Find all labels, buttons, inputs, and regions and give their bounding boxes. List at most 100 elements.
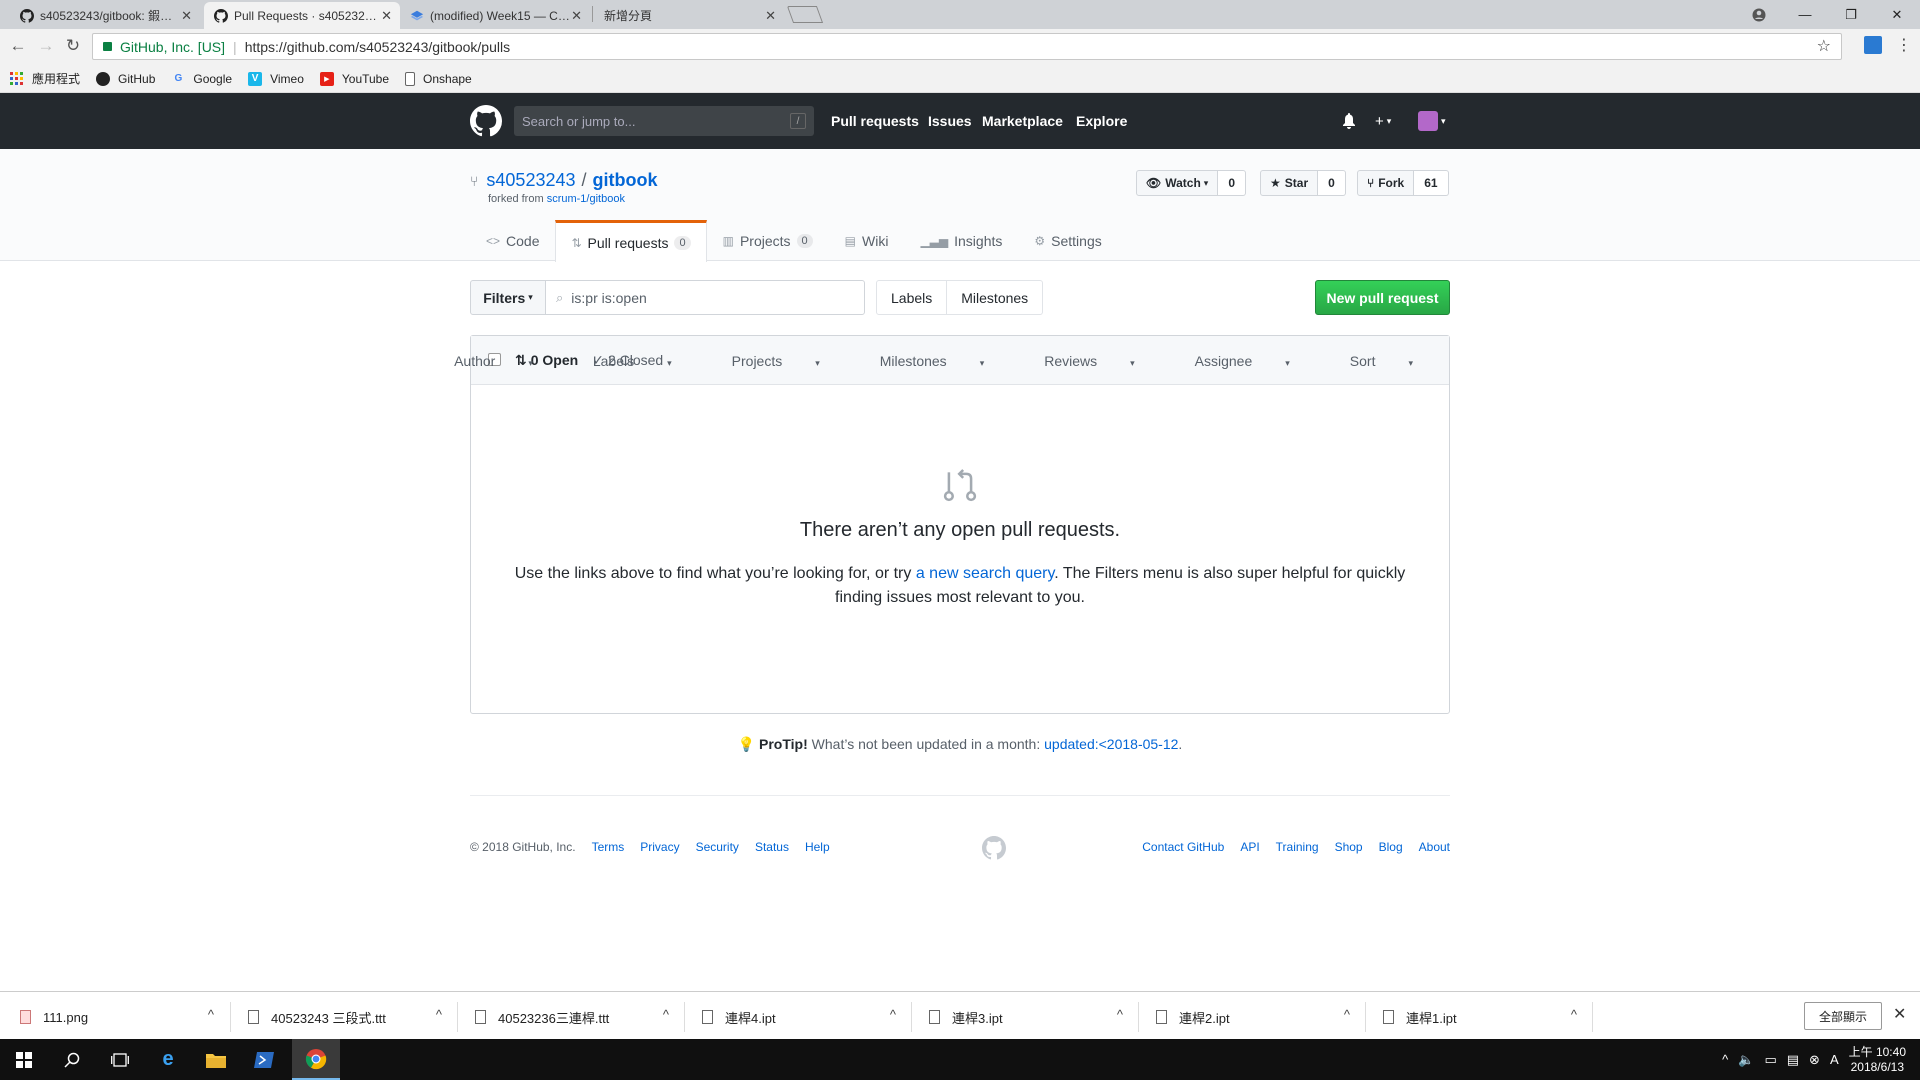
fork-button[interactable]: ⑂ Fork	[1357, 170, 1415, 196]
footer-link-privacy[interactable]: Privacy	[640, 840, 679, 854]
bookmark-google[interactable]: G Google	[171, 72, 232, 86]
close-tab-icon[interactable]: ✕	[765, 8, 776, 24]
chevron-up-icon[interactable]: ^	[1344, 1007, 1350, 1022]
milestones-menu[interactable]: Milestones ▾	[850, 353, 1014, 369]
header-nav-pull-requests[interactable]: Pull requests	[831, 93, 919, 149]
chevron-up-icon[interactable]: ^	[1117, 1007, 1123, 1022]
file-explorer-icon[interactable]	[192, 1039, 240, 1080]
footer-link-status[interactable]: Status	[755, 840, 789, 854]
back-arrow-icon[interactable]: ←	[8, 36, 28, 56]
header-nav-explore[interactable]: Explore	[1076, 93, 1127, 149]
star-count[interactable]: 0	[1318, 170, 1346, 196]
github-mark-icon[interactable]	[982, 836, 1006, 860]
milestones-link[interactable]: Milestones	[947, 280, 1044, 315]
author-menu[interactable]: Author ▾	[424, 353, 563, 369]
download-item[interactable]: 連桿2.ipt ^	[1148, 1001, 1358, 1033]
close-tab-icon[interactable]: ✕	[381, 8, 392, 24]
footer-link-help[interactable]: Help	[805, 840, 830, 854]
tab-code[interactable]: <> Code	[470, 220, 555, 261]
bookmark-star-icon[interactable]: ☆	[1817, 36, 1831, 56]
action-center-icon[interactable]: ▤	[1787, 1052, 1799, 1068]
star-button[interactable]: ★ Star	[1260, 170, 1319, 196]
bookmark-onshape[interactable]: Onshape	[405, 71, 472, 86]
reviews-menu[interactable]: Reviews ▾	[1014, 353, 1164, 369]
minimize-window-icon[interactable]: —	[1782, 0, 1828, 29]
browser-tab-1[interactable]: s40523243/gitbook: 鍜… ✕	[10, 2, 200, 29]
footer-link-shop[interactable]: Shop	[1335, 840, 1363, 854]
chevron-up-icon[interactable]: ^	[1571, 1007, 1577, 1022]
projects-menu[interactable]: Projects ▾	[702, 353, 850, 369]
network-icon[interactable]: ▭	[1764, 1052, 1776, 1068]
close-shelf-icon[interactable]: ✕	[1893, 1004, 1906, 1024]
footer-link-training[interactable]: Training	[1276, 840, 1319, 854]
filters-dropdown-button[interactable]: Filters ▾	[470, 280, 546, 315]
task-view-icon[interactable]	[96, 1039, 144, 1080]
header-nav-issues[interactable]: Issues	[928, 93, 972, 149]
forward-arrow-icon[interactable]: →	[36, 36, 56, 56]
download-item[interactable]: 40523243 三段式.ttt ^	[240, 1001, 450, 1033]
labels-link[interactable]: Labels	[876, 280, 948, 315]
download-item[interactable]: 40523236三連桿.ttt ^	[467, 1001, 677, 1033]
user-avatar-menu[interactable]: ▾	[1418, 111, 1446, 131]
forked-source-link[interactable]: scrum-1/gitbook	[547, 193, 625, 205]
download-item[interactable]: 連桿1.ipt ^	[1375, 1001, 1585, 1033]
new-search-query-link[interactable]: a new search query	[916, 565, 1054, 582]
footer-link-security[interactable]: Security	[696, 840, 739, 854]
header-nav-marketplace[interactable]: Marketplace	[982, 93, 1063, 149]
tab-projects[interactable]: ▥ Projects 0	[707, 220, 829, 261]
bookmark-youtube[interactable]: ▶ YouTube	[319, 71, 389, 86]
profile-icon[interactable]	[1736, 0, 1782, 29]
browser-menu-icon[interactable]: ⋮	[1896, 35, 1912, 55]
search-icon[interactable]	[48, 1039, 96, 1080]
chevron-up-icon[interactable]: ^	[208, 1007, 214, 1022]
close-window-icon[interactable]: ✕	[1874, 0, 1920, 29]
filter-search-input[interactable]: ⌕ is:pr is:open	[545, 280, 865, 315]
volume-muted-icon[interactable]: 🔈	[1738, 1052, 1754, 1068]
new-tab-button[interactable]	[786, 6, 824, 23]
bookmark-apps[interactable]: 應用程式	[10, 70, 80, 87]
github-logo-icon[interactable]	[470, 105, 502, 137]
powershell-icon[interactable]	[240, 1039, 288, 1080]
new-pull-request-button[interactable]: New pull request	[1315, 280, 1450, 315]
footer-link-terms[interactable]: Terms	[592, 840, 625, 854]
address-bar[interactable]: GitHub, Inc. [US] | https://github.com/s…	[92, 33, 1842, 60]
cancel-icon[interactable]: ⊗	[1809, 1052, 1820, 1068]
protip-query-link[interactable]: updated:<2018-05-12	[1044, 736, 1178, 752]
footer-link-about[interactable]: About	[1419, 840, 1450, 854]
chrome-icon[interactable]	[292, 1039, 340, 1080]
footer-link-contact[interactable]: Contact GitHub	[1142, 840, 1224, 854]
repo-owner-link[interactable]: s40523243	[486, 170, 575, 191]
browser-tab-4[interactable]: 新增分頁 ✕	[594, 2, 784, 29]
download-item[interactable]: 111.png ^	[12, 1001, 222, 1033]
watch-button[interactable]: 👁 Watch ▾	[1136, 170, 1219, 196]
site-search-input[interactable]: Search or jump to... /	[514, 106, 814, 136]
footer-link-blog[interactable]: Blog	[1379, 840, 1403, 854]
edge-browser-icon[interactable]: e	[144, 1039, 192, 1080]
labels-menu[interactable]: Labels ▾	[563, 353, 702, 369]
repo-name-link[interactable]: gitbook	[593, 170, 658, 191]
ime-icon[interactable]: A	[1830, 1052, 1839, 1067]
show-all-downloads-button[interactable]: 全部顯示	[1804, 1002, 1882, 1030]
tab-settings[interactable]: ⚙ Settings	[1018, 220, 1117, 261]
browser-tab-2[interactable]: Pull Requests · s405232… ✕	[204, 2, 400, 29]
chevron-up-icon[interactable]: ^	[1722, 1052, 1728, 1067]
bookmark-github[interactable]: GitHub	[96, 71, 155, 86]
extension-icon[interactable]	[1864, 36, 1882, 54]
chevron-up-icon[interactable]: ^	[890, 1007, 896, 1022]
watch-count[interactable]: 0	[1218, 170, 1247, 196]
close-tab-icon[interactable]: ✕	[571, 8, 582, 24]
taskbar-clock[interactable]: 上午 10:40 2018/6/13	[1849, 1045, 1906, 1075]
windows-start-icon[interactable]	[0, 1039, 48, 1080]
chevron-up-icon[interactable]: ^	[663, 1007, 669, 1022]
tab-pull-requests[interactable]: ⇅ Pull requests 0	[555, 220, 707, 262]
fork-count[interactable]: 61	[1414, 170, 1449, 196]
sort-menu[interactable]: Sort ▾	[1320, 353, 1443, 369]
tab-wiki[interactable]: ▤ Wiki	[829, 220, 905, 261]
browser-tab-3[interactable]: (modified) Week15 — C… ✕	[400, 2, 590, 29]
notifications-bell-icon[interactable]	[1342, 111, 1356, 131]
restore-window-icon[interactable]: ❐	[1828, 0, 1874, 29]
create-new-plus-icon[interactable]: + ▾	[1375, 111, 1391, 131]
close-tab-icon[interactable]: ✕	[181, 8, 192, 24]
download-item[interactable]: 連桿4.ipt ^	[694, 1001, 904, 1033]
download-item[interactable]: 連桿3.ipt ^	[921, 1001, 1131, 1033]
